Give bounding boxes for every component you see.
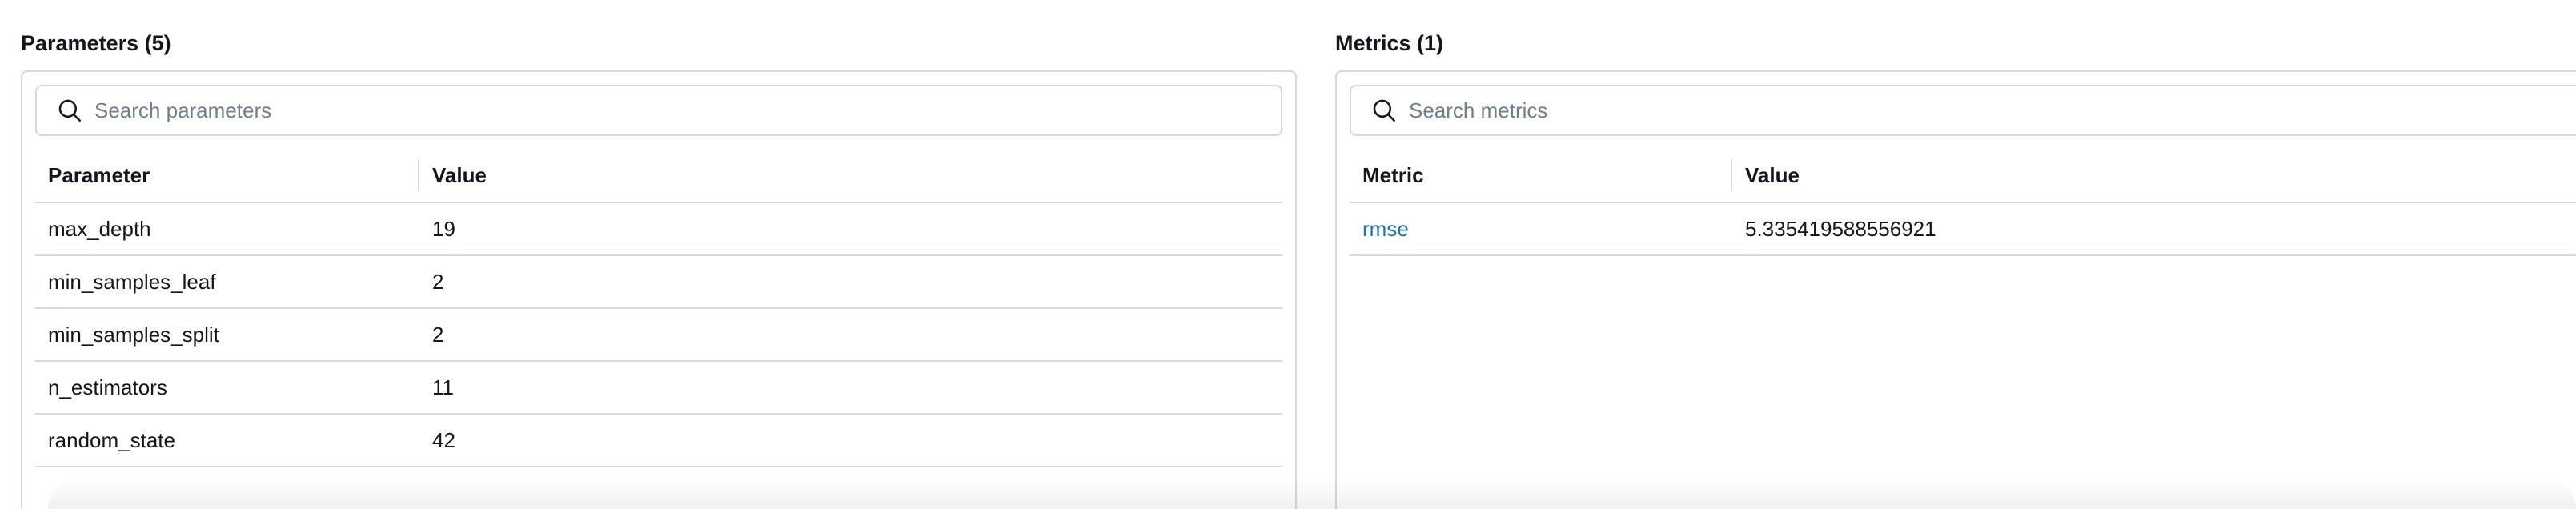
run-details-view: Parameters (5) Parameter Value max_depth… — [0, 0, 2576, 509]
search-icon — [58, 99, 82, 122]
parameter-name: min_samples_leaf — [48, 269, 216, 294]
column-header-value[interactable]: Value — [1731, 159, 2576, 191]
table-row: random_state 42 — [35, 415, 1282, 467]
table-row: min_samples_leaf 2 — [35, 256, 1282, 309]
column-header-parameter[interactable]: Parameter — [35, 159, 418, 191]
parameters-panel: Parameter Value max_depth 19 min_samples… — [21, 70, 1297, 509]
parameter-name: random_state — [48, 427, 175, 452]
parameter-value: 2 — [432, 269, 444, 294]
parameters-title: Parameters (5) — [21, 31, 171, 55]
parameter-value: 42 — [432, 427, 455, 452]
search-icon — [1373, 99, 1396, 122]
metrics-section: Metrics (1) Metric Value rmse 5.33 — [1335, 29, 2576, 509]
metrics-search-input[interactable] — [1409, 86, 2576, 134]
table-row: n_estimators 11 — [35, 362, 1282, 415]
metrics-table: Metric Value rmse 5.335419588556921 — [1350, 149, 2576, 256]
metric-link[interactable]: rmse — [1362, 217, 1409, 241]
parameter-name: n_estimators — [48, 375, 167, 399]
metric-name-cell: rmse — [1350, 217, 1731, 242]
parameters-search-box[interactable] — [35, 85, 1282, 136]
parameters-section: Parameters (5) Parameter Value max_depth… — [21, 29, 1297, 509]
column-header-metric[interactable]: Metric — [1350, 159, 1731, 191]
metrics-panel: Metric Value rmse 5.335419588556921 — [1335, 70, 2576, 509]
parameter-value: 2 — [432, 322, 444, 347]
table-row: min_samples_split 2 — [35, 309, 1282, 362]
parameters-search-input[interactable] — [94, 86, 1281, 134]
parameter-name: max_depth — [48, 216, 151, 241]
metric-value: 5.335419588556921 — [1745, 216, 1936, 241]
parameter-value: 19 — [432, 216, 455, 241]
metrics-title: Metrics (1) — [1335, 31, 1444, 55]
table-row: rmse 5.335419588556921 — [1350, 203, 2576, 256]
parameters-table-header: Parameter Value — [35, 149, 1282, 203]
column-header-value[interactable]: Value — [418, 159, 1282, 191]
parameter-value: 11 — [432, 375, 454, 399]
metrics-search-box[interactable] — [1350, 85, 2576, 136]
parameter-name: min_samples_split — [48, 322, 219, 347]
parameters-table: Parameter Value max_depth 19 min_samples… — [35, 149, 1282, 467]
table-row: max_depth 19 — [35, 203, 1282, 256]
metrics-table-header: Metric Value — [1350, 149, 2576, 203]
